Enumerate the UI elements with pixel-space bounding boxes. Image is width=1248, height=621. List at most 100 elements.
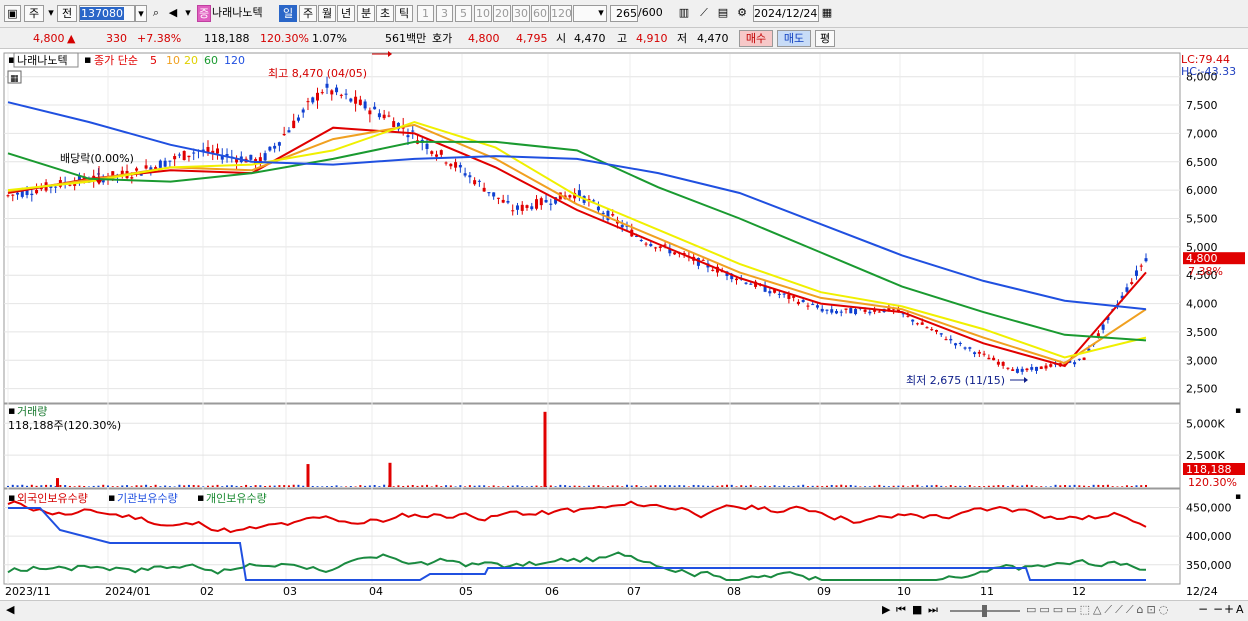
calendar-icon[interactable]: ▦ (820, 5, 834, 22)
candle-body (11, 194, 15, 196)
volume-bar (954, 485, 957, 487)
volume-bar (806, 486, 809, 487)
interval-button[interactable]: 30 (512, 5, 530, 22)
calculator-icon-glyph: ▦ (10, 74, 19, 84)
interval-button[interactable]: 5 (455, 5, 472, 22)
volume-bar (216, 484, 219, 487)
minus-icon[interactable]: − (1213, 602, 1223, 616)
rewind-icon[interactable]: ⏮ (896, 603, 906, 617)
volume-bar (411, 484, 414, 487)
candle-body (1039, 366, 1043, 369)
volume-bar (402, 485, 405, 487)
x-axis-label: 06 (545, 585, 559, 598)
hc-value: HC:-43.33 (1181, 65, 1236, 78)
chevron-down-icon[interactable]: ▾ (183, 5, 193, 22)
volume-bar (664, 485, 667, 487)
search-icon[interactable]: ⌕ (149, 5, 163, 22)
interval-button[interactable]: 10 (474, 5, 492, 22)
volume-bar (102, 484, 105, 487)
volume-bar (802, 484, 805, 487)
date-input[interactable]: 2024/12/24 (753, 5, 819, 22)
interval-button[interactable]: 3 (436, 5, 453, 22)
price-tick-label: 2,500 (1186, 383, 1218, 396)
institution-holdings-label: 기관보유수량 (117, 492, 178, 505)
eval-button[interactable]: 평 (815, 30, 835, 47)
volume-bar (87, 486, 90, 487)
period-tick-button[interactable]: 틱 (395, 5, 413, 22)
bottom-scrollbar[interactable]: ◀ ▶ ⏮ ■ ⏭ ▭▭▭▭⬚△⟋⟋⟋⌂⊡◌ − − + A (0, 600, 1248, 621)
volume-bar (706, 485, 709, 487)
gear-icon[interactable]: ⚙ (734, 5, 750, 22)
code-dropdown-icon[interactable]: ▾ (135, 5, 147, 22)
drawing-tools-icon[interactable]: ▭▭▭▭⬚△⟋⟋⟋⌂⊡◌ (1026, 603, 1171, 617)
candle-body (568, 195, 572, 198)
volume-spike (543, 411, 547, 487)
zoom-slider-handle[interactable] (982, 605, 987, 617)
forward-icon[interactable]: ⏭ (928, 603, 938, 617)
volume-bar (1073, 484, 1076, 487)
interval-button[interactable]: 120 (550, 5, 572, 22)
candle-body (811, 304, 815, 306)
volume-bar (659, 485, 662, 487)
volume-bar (968, 485, 971, 487)
panel-close-icon[interactable]: ▪ (1235, 492, 1241, 502)
volume-bar (935, 484, 938, 487)
scroll-right-icon[interactable]: ▶ (882, 603, 890, 616)
count-input[interactable]: 265 (610, 5, 638, 22)
save-icon[interactable]: ▤ (715, 5, 731, 22)
interval-button[interactable]: 1 (417, 5, 434, 22)
candle-body (320, 92, 324, 94)
volume-bar (959, 485, 962, 487)
volume-panel[interactable] (3, 403, 1181, 489)
volume-bar (1025, 484, 1028, 487)
volume-bar (887, 486, 890, 487)
zoom-in-icon[interactable]: + (1224, 602, 1234, 616)
market-select[interactable]: 주 (24, 5, 44, 22)
interval-button[interactable]: 60 (531, 5, 549, 22)
period-week-button[interactable]: 주 (299, 5, 317, 22)
buy-button[interactable]: 매수 (739, 30, 773, 47)
candle-body (1134, 270, 1138, 276)
foreign-holdings-label: 외국인보유수량 (17, 492, 88, 505)
period-second-button[interactable]: 초 (376, 5, 394, 22)
panel-close-icon[interactable]: ▪ (1235, 406, 1241, 416)
prefix-select[interactable]: 전 (57, 5, 77, 22)
candle-body (1101, 324, 1105, 330)
volume-bar (359, 485, 362, 487)
period-day-button[interactable]: 일 (279, 5, 297, 22)
period-year-button[interactable]: 년 (337, 5, 355, 22)
font-size-icon[interactable]: A (1236, 603, 1244, 616)
speaker-icon[interactable]: ◀ (166, 5, 180, 22)
candle-body (768, 291, 772, 294)
volume-bar (392, 486, 395, 487)
period-month-button[interactable]: 월 (318, 5, 336, 22)
line-tool-icon[interactable]: ⟋ (696, 5, 712, 22)
volume-bar (540, 486, 543, 487)
volume-bar (497, 486, 500, 487)
volume-bar (106, 485, 109, 487)
candle-body (501, 199, 505, 203)
interval-button[interactable]: 20 (493, 5, 511, 22)
scroll-left-icon[interactable]: ◀ (6, 603, 14, 616)
candle-body (654, 247, 658, 249)
zoom-out-icon[interactable]: − (1198, 602, 1208, 616)
candle-body (16, 192, 20, 195)
code-input[interactable]: 137080 (79, 5, 135, 22)
candle-body (954, 343, 958, 346)
window-icon[interactable]: ▣ (4, 5, 21, 22)
sell-button[interactable]: 매도 (777, 30, 811, 47)
volume-bar (287, 485, 290, 487)
volume-bar (911, 485, 914, 487)
candle-body (187, 155, 191, 158)
volume-bar (321, 486, 324, 487)
stock-chart[interactable]: ▪ 나래나노텍 ▪ 종가 단순 5 10 20 60 120 ▦ 8,0007,… (0, 50, 1248, 601)
chevron-down-icon[interactable]: ▾ (45, 5, 57, 22)
x-axis-label: 12 (1072, 585, 1086, 598)
candle-body (987, 357, 991, 360)
candle-icon[interactable]: ▥ (676, 5, 692, 22)
open-label: 시 (556, 32, 567, 45)
chevron-down-icon[interactable]: ▾ (595, 5, 607, 22)
stop-icon[interactable]: ■ (912, 603, 922, 616)
candle-body (592, 200, 596, 202)
period-minute-button[interactable]: 분 (357, 5, 375, 22)
